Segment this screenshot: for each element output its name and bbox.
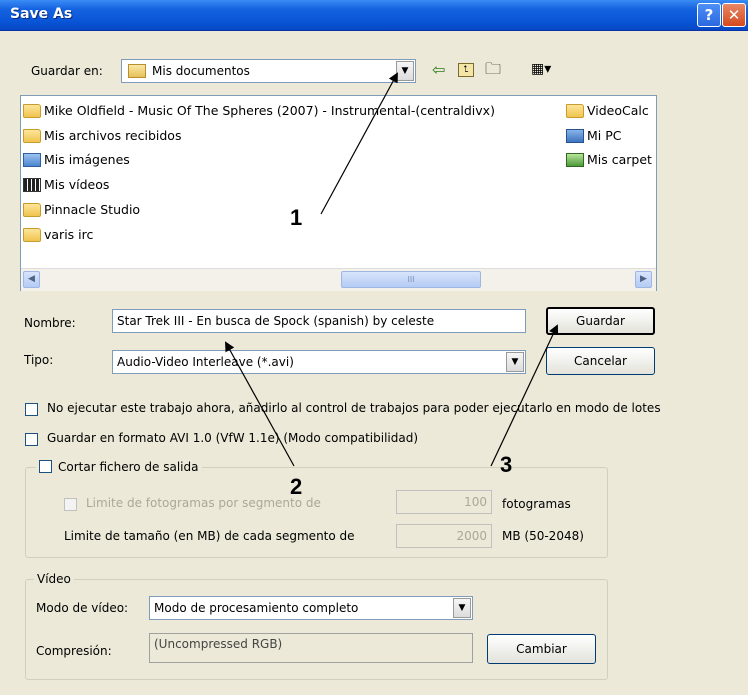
list-item[interactable]: varis irc bbox=[23, 224, 93, 246]
file-type-value: Audio-Video Interleave (*.avi) bbox=[117, 355, 294, 369]
batch-checkbox-label: No ejecutar este trabajo ahora, añadirlo… bbox=[47, 401, 661, 415]
split-output-legend: Cortar fichero de salida bbox=[36, 460, 202, 474]
type-label: Tipo: bbox=[24, 353, 54, 367]
batch-checkbox[interactable] bbox=[25, 403, 38, 416]
annotation-number-2: 2 bbox=[290, 474, 303, 499]
new-folder-icon[interactable]: 🗀 bbox=[485, 58, 501, 85]
frames-unit-label: fotogramas bbox=[502, 497, 571, 511]
avi10-checkbox[interactable] bbox=[25, 433, 38, 446]
size-unit-label: MB (50-2048) bbox=[502, 529, 584, 543]
back-arrow-icon[interactable]: ⇦ bbox=[432, 60, 445, 79]
list-item[interactable]: Mike Oldfield - Music Of The Spheres (20… bbox=[23, 100, 495, 122]
cancel-button[interactable]: Cancelar bbox=[546, 347, 655, 375]
list-item[interactable]: Mis imágenes bbox=[23, 149, 130, 171]
compression-value: (Uncompressed RGB) bbox=[149, 633, 473, 663]
title-bar bbox=[0, 0, 748, 31]
network-places-icon bbox=[566, 153, 584, 167]
frames-limit-input[interactable]: 100 bbox=[396, 490, 492, 514]
folder-icon bbox=[566, 104, 584, 118]
video-mode-value: Modo de procesamiento completo bbox=[154, 601, 359, 615]
video-legend: Vídeo bbox=[34, 572, 74, 586]
list-item[interactable]: Mis carpet bbox=[566, 149, 652, 171]
pictures-folder-icon bbox=[23, 153, 41, 167]
list-item[interactable]: Mi PC bbox=[566, 125, 622, 147]
video-mode-label: Modo de vídeo: bbox=[36, 601, 129, 615]
folder-icon bbox=[23, 104, 41, 118]
list-item[interactable]: Pinnacle Studio bbox=[23, 199, 140, 221]
change-compression-button[interactable]: Cambiar bbox=[487, 634, 596, 664]
file-list[interactable]: Mike Oldfield - Music Of The Spheres (20… bbox=[20, 95, 657, 291]
videos-folder-icon bbox=[23, 178, 41, 192]
avi10-checkbox-label: Guardar en formato AVI 1.0 (VfW 1.1e) (M… bbox=[47, 431, 419, 445]
file-name-input[interactable]: Star Trek III - En busca de Spock (spani… bbox=[112, 309, 526, 333]
chevron-down-icon[interactable]: ▼ bbox=[396, 61, 414, 81]
folder-icon bbox=[23, 228, 41, 242]
save-button[interactable]: Guardar bbox=[546, 307, 655, 335]
folder-icon bbox=[23, 129, 41, 143]
window-title: Save As bbox=[10, 6, 73, 22]
scroll-thumb[interactable]: III bbox=[341, 271, 481, 288]
my-computer-icon bbox=[566, 129, 584, 143]
size-limit-label: Limite de tamaño (en MB) de cada segment… bbox=[64, 529, 355, 543]
file-type-dropdown[interactable]: Audio-Video Interleave (*.avi) ▼ bbox=[112, 350, 526, 374]
save-in-value: Mis documentos bbox=[152, 64, 250, 78]
my-documents-icon bbox=[128, 64, 146, 78]
close-button[interactable]: ✕ bbox=[722, 3, 746, 27]
folder-icon bbox=[23, 203, 41, 217]
annotation-number-1: 1 bbox=[290, 205, 303, 230]
help-button[interactable]: ? bbox=[697, 3, 721, 27]
view-menu-icon[interactable]: ▦▾ bbox=[531, 61, 551, 77]
scroll-left-button[interactable]: ◀ bbox=[23, 271, 40, 288]
chevron-down-icon[interactable]: ▼ bbox=[453, 598, 471, 618]
frames-limit-label: Limite de fotogramas por segmento de bbox=[86, 496, 321, 510]
frames-limit-checkbox[interactable] bbox=[64, 498, 77, 511]
up-folder-icon[interactable]: ⮤ bbox=[458, 63, 474, 77]
list-item[interactable]: VideoCalc bbox=[566, 100, 649, 122]
horizontal-scrollbar[interactable]: ◀ III ▶ bbox=[21, 268, 656, 291]
save-in-dropdown[interactable]: Mis documentos ▼ bbox=[121, 59, 416, 83]
split-output-checkbox[interactable] bbox=[39, 460, 52, 473]
compression-label: Compresión: bbox=[36, 644, 112, 658]
name-label: Nombre: bbox=[24, 316, 76, 330]
split-output-group bbox=[25, 467, 608, 558]
save-in-label: Guardar en: bbox=[31, 64, 103, 78]
list-item[interactable]: Mis vídeos bbox=[23, 174, 109, 196]
chevron-down-icon[interactable]: ▼ bbox=[506, 352, 524, 372]
split-output-label: Cortar fichero de salida bbox=[58, 460, 199, 474]
size-limit-input[interactable]: 2000 bbox=[396, 524, 492, 548]
annotation-number-3: 3 bbox=[500, 452, 513, 477]
list-item[interactable]: Mis archivos recibidos bbox=[23, 125, 181, 147]
scroll-right-button[interactable]: ▶ bbox=[635, 271, 652, 288]
video-mode-dropdown[interactable]: Modo de procesamiento completo ▼ bbox=[149, 596, 473, 620]
video-group bbox=[25, 579, 608, 680]
